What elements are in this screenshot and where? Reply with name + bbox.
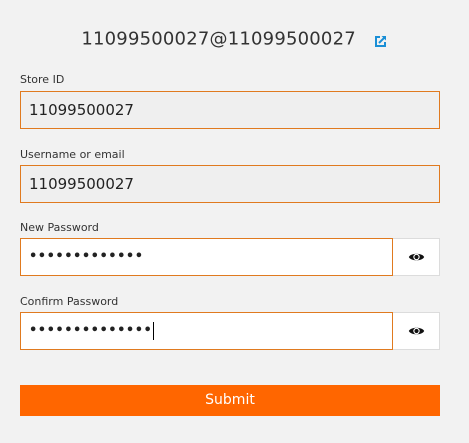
eye-icon bbox=[408, 248, 425, 267]
confirm-password-toggle[interactable] bbox=[393, 312, 440, 350]
confirm-password-label: Confirm Password bbox=[20, 295, 119, 308]
new-password-label: New Password bbox=[20, 221, 99, 234]
eye-icon bbox=[408, 322, 425, 341]
new-password-toggle[interactable] bbox=[393, 238, 440, 276]
new-password-field[interactable]: ••••••••••••• bbox=[20, 238, 393, 276]
submit-button[interactable]: Submit bbox=[20, 385, 440, 416]
confirm-password-group: •••••••••••••• bbox=[20, 312, 440, 350]
share-icon[interactable] bbox=[374, 32, 388, 47]
confirm-password-field[interactable]: •••••••••••••• bbox=[20, 312, 393, 350]
text-caret bbox=[153, 321, 155, 340]
page-header: 11099500027@11099500027 bbox=[0, 28, 469, 50]
page-title: 11099500027@11099500027 bbox=[81, 28, 356, 50]
username-label: Username or email bbox=[20, 148, 125, 161]
confirm-password-dots: •••••••••••••• bbox=[29, 323, 153, 338]
store-id-label: Store ID bbox=[20, 73, 65, 86]
store-id-field[interactable]: 11099500027 bbox=[20, 91, 440, 129]
new-password-group: ••••••••••••• bbox=[20, 238, 440, 276]
username-field[interactable]: 11099500027 bbox=[20, 165, 440, 203]
